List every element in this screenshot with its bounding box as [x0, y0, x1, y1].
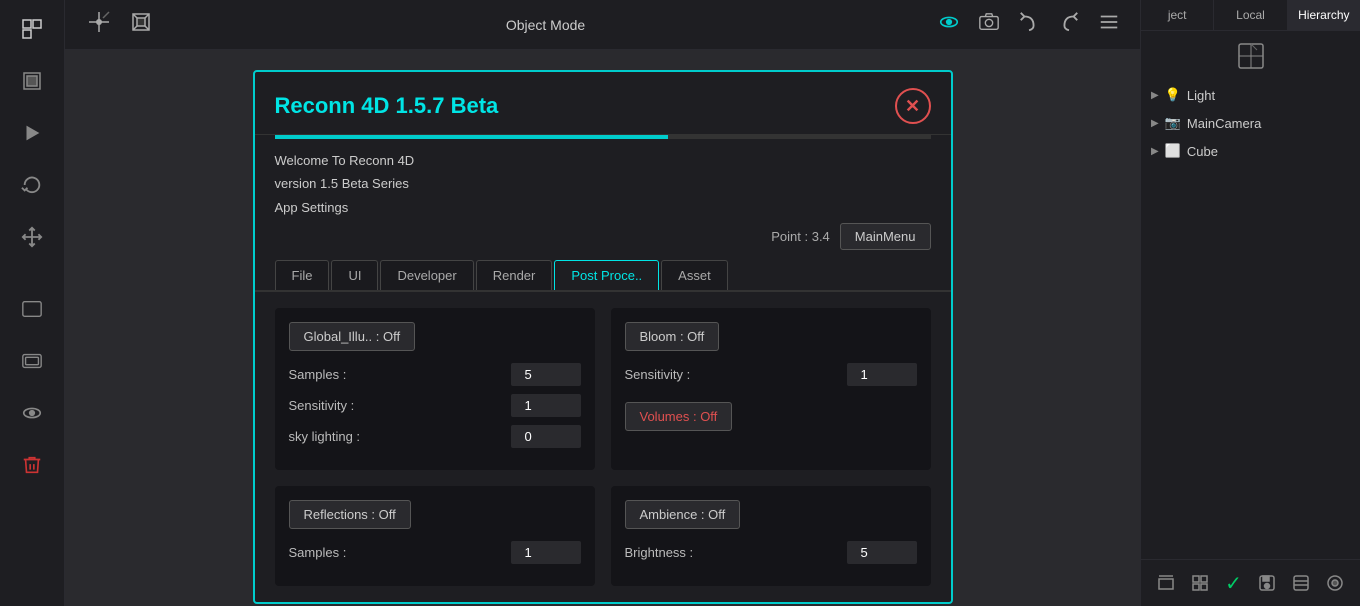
sidebar-bottom-bar: ✓ — [1141, 559, 1360, 606]
dialog-title: Reconn 4D 1.5.7 Beta — [275, 93, 499, 119]
global-illu-toggle[interactable]: Global_Illu.. : Off — [289, 322, 416, 351]
dialog-point-row: Point : 3.4 MainMenu — [255, 219, 951, 254]
global-illu-samples-value[interactable]: 5 — [511, 363, 581, 386]
hierarchy-item-maincamera[interactable]: ▶ 📷 MainCamera — [1141, 109, 1360, 137]
sidebar-tab-local[interactable]: Local — [1214, 0, 1287, 30]
welcome-line1: Welcome To Reconn 4D — [275, 149, 931, 172]
bottom-disk-icon[interactable] — [1252, 568, 1282, 598]
camera-icon[interactable] — [974, 7, 1004, 42]
global-illu-sensitivity-value[interactable]: 1 — [511, 394, 581, 417]
sidebar-tabs: ject Local Hierarchy — [1141, 0, 1360, 31]
frame-icon[interactable] — [13, 342, 51, 380]
trash-icon[interactable] — [13, 446, 51, 484]
eye-icon[interactable] — [13, 394, 51, 432]
global-illu-sky-value[interactable]: 0 — [511, 425, 581, 448]
global-illu-samples-label: Samples : — [289, 367, 347, 382]
checkmark-icon: ✓ — [1219, 568, 1249, 598]
welcome-line2: version 1.5 Beta Series — [275, 172, 931, 195]
play-icon[interactable] — [13, 114, 51, 152]
move-icon[interactable] — [13, 218, 51, 256]
welcome-line3: App Settings — [275, 196, 931, 219]
eye-top-icon[interactable] — [934, 7, 964, 42]
square-icon[interactable] — [13, 62, 51, 100]
bottom-rect-icon[interactable] — [1151, 568, 1181, 598]
dialog-content: Global_Illu.. : Off Samples : 5 Sensitiv… — [255, 292, 951, 602]
bottom-circle-icon[interactable] — [1320, 568, 1350, 598]
ambience-toggle[interactable]: Ambience : Off — [625, 500, 741, 529]
layers-icon[interactable] — [13, 290, 51, 328]
ambience-brightness-label: Brightness : — [625, 545, 694, 560]
top-bar-right — [934, 7, 1124, 42]
camera-label: MainCamera — [1187, 116, 1261, 131]
reflections-panel: Reflections : Off Samples : 1 — [275, 486, 595, 586]
tab-post[interactable]: Post Proce.. — [554, 260, 659, 290]
dialog: Reconn 4D 1.5.7 Beta ✕ Welcome To Reconn… — [253, 70, 953, 604]
global-illu-sensitivity-label: Sensitivity : — [289, 398, 355, 413]
volumes-toggle[interactable]: Volumes : Off — [625, 402, 733, 431]
global-illu-panel: Global_Illu.. : Off Samples : 5 Sensitiv… — [275, 308, 595, 470]
reflections-toggle[interactable]: Reflections : Off — [289, 500, 411, 529]
light-label: Light — [1187, 88, 1215, 103]
redo-icon[interactable] — [1054, 7, 1084, 42]
camera-icon: 📷 — [1165, 115, 1181, 131]
hierarchy-item-light[interactable]: ▶ 💡 Light — [1141, 81, 1360, 109]
bottom-layers-icon[interactable] — [1286, 568, 1316, 598]
bloom-sensitivity-row: Sensitivity : 1 — [625, 363, 917, 386]
cube-label: Cube — [1187, 144, 1218, 159]
sidebar-tab-object[interactable]: ject — [1141, 0, 1214, 30]
gizmo-icon[interactable] — [81, 4, 117, 45]
tab-developer[interactable]: Developer — [380, 260, 473, 290]
light-icon: 💡 — [1165, 87, 1181, 103]
left-toolbar — [0, 0, 65, 606]
bloom-toggle[interactable]: Bloom : Off — [625, 322, 720, 351]
reflections-samples-row: Samples : 1 — [289, 541, 581, 564]
tab-ui[interactable]: UI — [331, 260, 378, 290]
dialog-overlay: Reconn 4D 1.5.7 Beta ✕ Welcome To Reconn… — [65, 50, 1140, 606]
bloom-sensitivity-label: Sensitivity : — [625, 367, 691, 382]
global-illu-sky-label: sky lighting : — [289, 429, 361, 444]
mode-label: Object Mode — [506, 17, 585, 33]
bottom-grid-icon[interactable] — [1185, 568, 1215, 598]
camera-arrow: ▶ — [1151, 118, 1159, 129]
global-illu-samples-row: Samples : 5 — [289, 363, 581, 386]
top-bar: Object Mode — [65, 0, 1140, 50]
bloom-panel: Bloom : Off Sensitivity : 1 Volumes : Of… — [611, 308, 931, 470]
reflections-samples-value[interactable]: 1 — [511, 541, 581, 564]
ambience-brightness-value[interactable]: 5 — [847, 541, 917, 564]
cube-arrow: ▶ — [1151, 146, 1159, 157]
main-menu-button[interactable]: MainMenu — [840, 223, 931, 250]
cube-view-icon[interactable] — [125, 6, 157, 43]
tab-file[interactable]: File — [275, 260, 330, 290]
tab-asset[interactable]: Asset — [661, 260, 728, 290]
dialog-subtitle: Welcome To Reconn 4D version 1.5 Beta Se… — [255, 139, 951, 219]
dialog-header: Reconn 4D 1.5.7 Beta ✕ — [255, 72, 951, 135]
hierarchy-item-cube[interactable]: ▶ ⬜ Cube — [1141, 137, 1360, 165]
cube-icon[interactable] — [13, 10, 51, 48]
reflections-samples-label: Samples : — [289, 545, 347, 560]
light-arrow: ▶ — [1151, 90, 1159, 101]
undo-icon[interactable] — [1014, 7, 1044, 42]
main-area: Object Mode — [65, 0, 1140, 606]
tabs-row: File UI Developer Render Post Proce.. As… — [255, 260, 951, 292]
global-illu-sky-row: sky lighting : 0 — [289, 425, 581, 448]
ambience-brightness-row: Brightness : 5 — [625, 541, 917, 564]
tab-render[interactable]: Render — [476, 260, 553, 290]
global-illu-sensitivity-row: Sensitivity : 1 — [289, 394, 581, 417]
close-button[interactable]: ✕ — [895, 88, 931, 124]
right-sidebar: ject Local Hierarchy ▶ 💡 Light ▶ 📷 MainC… — [1140, 0, 1360, 606]
sidebar-tab-hierarchy[interactable]: Hierarchy — [1288, 0, 1360, 30]
ambience-panel: Ambience : Off Brightness : 5 — [611, 486, 931, 586]
cube-icon-hier: ⬜ — [1165, 143, 1181, 159]
point-label: Point : 3.4 — [771, 229, 830, 244]
viewport[interactable]: Reconn 4D 1.5.7 Beta ✕ Welcome To Reconn… — [65, 50, 1140, 606]
menu-icon[interactable] — [1094, 7, 1124, 42]
refresh-icon[interactable] — [13, 166, 51, 204]
bloom-sensitivity-value[interactable]: 1 — [847, 363, 917, 386]
